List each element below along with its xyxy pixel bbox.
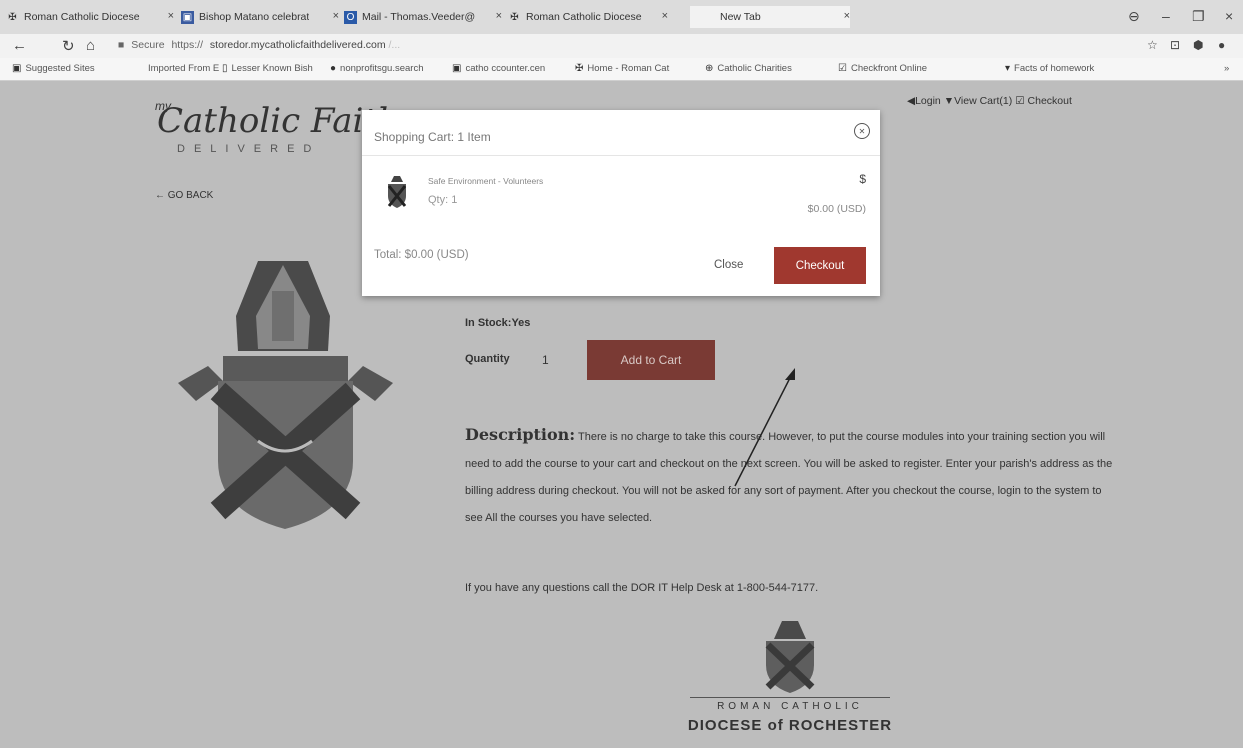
address-bar: ← ↻ ⌂ ■ Secure https:// storedor.mycatho… (0, 34, 1243, 58)
url-host: storedor.mycatholicfaithdelivered.com (209, 39, 386, 51)
close-circle-icon[interactable]: ✕ (854, 123, 870, 139)
help-desk-text: If you have any questions call the DOR I… (465, 582, 819, 594)
browser-tab[interactable]: O Mail - Thomas.Veeder@ × (344, 6, 502, 28)
star-icon[interactable]: ☆ (1147, 38, 1158, 52)
add-to-cart-button[interactable]: Add to Cart (587, 340, 715, 380)
bookmark[interactable]: ▣ Suggested Sites (12, 63, 95, 74)
annotation-arrow-icon (734, 368, 795, 487)
diocese-footer-logo: ROMAN CATHOLIC DIOCESE of ROCHESTER (670, 621, 910, 741)
tab-close-icon[interactable]: × (168, 10, 174, 22)
charities-icon: ⊕ (705, 63, 714, 74)
cart-total: Total: $0.00 (USD) (374, 249, 469, 261)
browser-tab[interactable]: ✠ Roman Catholic Diocese × (6, 6, 174, 28)
divider (362, 155, 880, 156)
tab-title: Roman Catholic Diocese (526, 11, 642, 23)
window-close-icon[interactable]: × (1225, 8, 1233, 24)
shield-icon[interactable]: ⬢ (1193, 38, 1203, 52)
diocese-favicon-icon: ✠ (510, 11, 519, 23)
checkfront-icon: ☑ (838, 63, 847, 74)
extension-circle-icon[interactable]: ● (1218, 38, 1225, 52)
minimize-icon[interactable]: – (1162, 8, 1170, 24)
profile-icon[interactable]: ⊖ (1128, 8, 1140, 25)
home-icon[interactable]: ⌂ (86, 37, 95, 54)
bookmark[interactable]: ▣ catho ccounter.cen (452, 63, 545, 74)
tab-title: Mail - Thomas.Veeder@ (362, 11, 476, 23)
reload-icon[interactable]: ↻ (62, 37, 75, 55)
tab-close-icon[interactable]: × (844, 10, 850, 22)
bookmark[interactable]: ✠ Home - Roman Cat (575, 63, 669, 74)
bookmarks-bar: ▣ Suggested Sites Imported From E ▯ Lesser… (0, 58, 1243, 81)
apps-icon: ▣ (12, 63, 22, 74)
logo-sub: DELIVERED (177, 143, 321, 155)
bookmark[interactable]: Imported From E (148, 63, 219, 74)
crest-icon (388, 176, 406, 208)
browser-tab[interactable]: ▣ Bishop Matano celebrat × (181, 6, 339, 28)
browser-tab-strip: ✠ Roman Catholic Diocese × ▣ Bishop Mata… (0, 0, 1243, 35)
diocese-icon: ✠ (575, 63, 584, 74)
cart-item-name[interactable]: Safe Environment - Volunteers (428, 176, 543, 186)
description-heading: Description: (465, 425, 576, 444)
cart-item-subprice: $0.00 (USD) (807, 203, 866, 215)
tab-close-icon[interactable]: × (496, 10, 502, 22)
bookmark[interactable]: ● nonprofitsgu.search (330, 63, 424, 74)
shopping-cart-modal: Shopping Cart: 1 Item ✕ Safe Environment… (362, 110, 880, 296)
tab-close-icon[interactable]: × (333, 10, 339, 22)
news-favicon-icon: ▣ (181, 10, 194, 24)
footer-line1: ROMAN CATHOLIC (717, 701, 863, 712)
url-scheme: https:// (171, 39, 203, 51)
bookmark-icon: ▾ (1005, 63, 1011, 74)
bookmark[interactable]: ☑ Checkfront Online (838, 63, 927, 74)
bookmarks-overflow-icon[interactable]: » (1224, 63, 1229, 74)
secure-label: Secure (131, 39, 165, 51)
checkout-button[interactable]: Checkout (774, 247, 866, 284)
news-icon: ▣ (452, 63, 462, 74)
view-cart-link[interactable]: ▼View Cart(1) (944, 95, 1013, 107)
browser-tab[interactable]: ✠ Roman Catholic Diocese × (508, 6, 668, 28)
browser-tab-active[interactable]: New Tab × (690, 6, 850, 28)
globe-icon: ● (330, 63, 337, 74)
lock-icon: ■ (118, 39, 125, 51)
restore-icon[interactable]: ❐ (1192, 8, 1205, 25)
diocese-crest-icon (178, 261, 393, 529)
divider (690, 697, 890, 698)
footer-line2: DIOCESE of ROCHESTER (687, 717, 893, 734)
modal-title: Shopping Cart: 1 Item (374, 130, 491, 144)
bookmark[interactable]: ⊕ Catholic Charities (705, 63, 792, 74)
page-icon: ▯ (222, 63, 228, 74)
cart-item-price: $ (859, 172, 866, 186)
quantity-label: Quantity (465, 353, 510, 365)
bookmark[interactable]: ▾ Facts of homework (1005, 63, 1094, 74)
in-stock-label: In Stock:Yes (465, 317, 531, 329)
back-arrow-icon[interactable]: ← (12, 37, 27, 54)
checkout-link[interactable]: ☑ Checkout (1015, 95, 1072, 107)
logo-my: my (155, 99, 171, 113)
go-back-link[interactable]: ← GO BACK (155, 190, 213, 201)
url-path: /... (388, 39, 401, 51)
diocese-favicon-icon: ✠ (8, 11, 17, 23)
close-button[interactable]: Close (714, 259, 743, 271)
small-crest-icon (765, 621, 815, 693)
top-links: ◀Login ▼View Cart(1) ☑ Checkout (907, 95, 1072, 107)
quantity-input[interactable]: 1 (542, 353, 549, 367)
outlook-favicon-icon: O (344, 10, 357, 24)
login-link[interactable]: ◀Login (907, 95, 941, 107)
bookmark[interactable]: ▯ Lesser Known Bish (222, 63, 313, 74)
extension-icon[interactable]: ⊡ (1170, 38, 1180, 52)
url-field[interactable]: ■ Secure https:// storedor.mycatholicfai… (118, 39, 400, 51)
cart-item-qty: Qty: 1 (428, 194, 458, 206)
tab-title: Roman Catholic Diocese (24, 11, 140, 23)
tab-close-icon[interactable]: × (662, 10, 668, 22)
tab-title: Bishop Matano celebrat (199, 11, 310, 23)
tab-title: New Tab (720, 11, 761, 23)
